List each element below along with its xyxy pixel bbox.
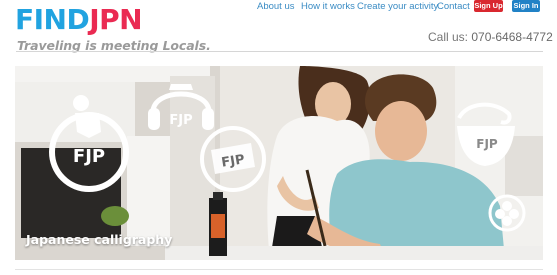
top-nav: About us How it works Create your activi… — [0, 0, 557, 16]
ink-bottle-label — [211, 214, 225, 238]
nav-contact[interactable]: Contact — [437, 1, 470, 12]
fjp-headphones-text: FJP — [169, 113, 192, 128]
man-face — [375, 101, 427, 161]
hero-photo: FJP FJP FJP FJP — [15, 66, 543, 260]
shelf-upper — [15, 82, 135, 142]
hero-caption: Japanese calligraphy — [26, 232, 173, 247]
sign-in-button[interactable]: Sign In — [512, 0, 540, 12]
phone-label: Call us: — [428, 30, 469, 44]
shelf-cabinet — [127, 136, 172, 246]
sign-up-button[interactable]: Sign Up — [474, 0, 503, 12]
ink-bottle-cap — [213, 192, 223, 200]
fjp-bowl-text: FJP — [476, 137, 498, 151]
shelf-dark-screen — [21, 148, 121, 238]
content-divider — [15, 269, 543, 270]
hero-banner[interactable]: FJP FJP FJP FJP Japanese calligraphy — [15, 66, 543, 260]
phone-number[interactable]: 070-6468-4772 — [471, 30, 552, 44]
nav-create-activity[interactable]: Create your activity — [357, 1, 438, 12]
nav-about-us[interactable]: About us — [257, 1, 295, 12]
fjp-person-text: FJP — [73, 146, 105, 167]
nav-how-it-works[interactable]: How it works — [301, 1, 355, 12]
plant — [101, 206, 129, 226]
phone-contact: Call us: 070-6468-4772 — [428, 30, 553, 44]
header-divider — [16, 51, 543, 52]
